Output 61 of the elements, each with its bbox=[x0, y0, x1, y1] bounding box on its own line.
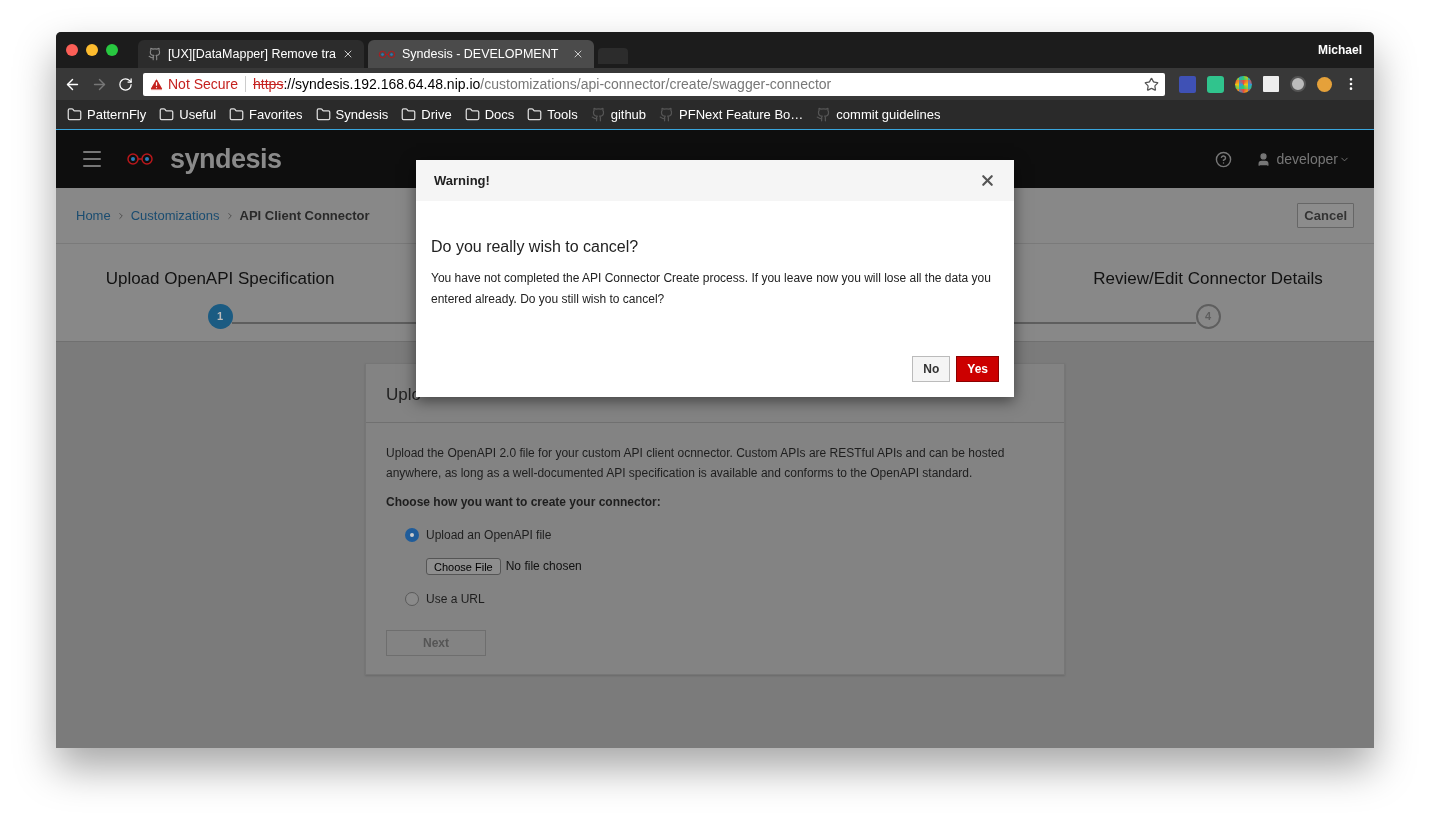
file-status: No file chosen bbox=[505, 558, 582, 575]
security-label: Not Secure bbox=[168, 74, 239, 94]
step-label: Upload OpenAPI Specification bbox=[105, 268, 335, 290]
dialog-message: You have not completed the API Connector Create process. If you leave now you will lose all the data you entered already. Do you still wish to cancel? bbox=[431, 270, 992, 308]
tab-title: [UX][DataMapper] Remove tra bbox=[167, 45, 336, 63]
address-bar[interactable]: Not Secure https://syndesis.192.168.64.48.nip.io/customizations/api-connector/create/swagger-connector bbox=[143, 72, 1165, 96]
github-icon bbox=[590, 107, 606, 122]
radio-button[interactable] bbox=[405, 592, 419, 606]
choose-file-button[interactable]: Choose File bbox=[426, 557, 501, 575]
folder-icon bbox=[315, 107, 331, 122]
folder-icon bbox=[159, 107, 175, 122]
bookmark[interactable]: Tools bbox=[527, 104, 578, 125]
radio-button[interactable] bbox=[405, 528, 419, 542]
folder-icon bbox=[527, 107, 543, 122]
close-icon[interactable] bbox=[979, 172, 996, 189]
logo-icon bbox=[126, 153, 154, 165]
folder-icon bbox=[401, 107, 417, 122]
cancel-button[interactable]: Cancel bbox=[1297, 203, 1354, 228]
user-menu[interactable]: developer bbox=[1255, 148, 1350, 170]
close-icon[interactable] bbox=[342, 48, 354, 60]
tab-title: Syndesis - DEVELOPMENT bbox=[402, 45, 560, 63]
bookmark[interactable]: github bbox=[590, 104, 647, 125]
help-icon[interactable] bbox=[1214, 150, 1232, 168]
dialog-title: Warning! bbox=[434, 171, 490, 190]
github-icon bbox=[816, 107, 832, 122]
bookmark[interactable]: PatternFly bbox=[67, 104, 147, 125]
bookmark[interactable]: PFNext Feature Bo… bbox=[659, 104, 804, 125]
close-icon[interactable] bbox=[572, 48, 584, 60]
url-text: https://syndesis.192.168.64.48.nip.io/customizations/api-connector/create/swagger-connector bbox=[253, 74, 832, 94]
reload-icon[interactable] bbox=[118, 76, 133, 92]
step-label: Review/Edit Connector Details bbox=[1093, 268, 1323, 290]
brand-name[interactable]: syndesis bbox=[170, 138, 282, 180]
extension-icon[interactable] bbox=[1290, 76, 1306, 92]
user-icon bbox=[1255, 151, 1271, 167]
extension-icon[interactable] bbox=[1235, 75, 1252, 93]
bookmark[interactable]: commit guidelines bbox=[816, 104, 941, 125]
bookmark[interactable]: Drive bbox=[401, 104, 452, 125]
warning-icon bbox=[149, 76, 164, 92]
dialog-heading: Do you really wish to cancel? bbox=[431, 237, 640, 257]
panel-description: Upload the OpenAPI 2.0 file for your custom API client ocnnector. Custom APIs are RESTful APIs and can be hosted anywhere, as long as a well-documented API specification is available and conforms to the OpenAPI standard. bbox=[386, 445, 1006, 482]
breadcrumb-current: API Client Connector bbox=[239, 206, 370, 225]
folder-icon bbox=[229, 107, 245, 122]
extension-icon[interactable] bbox=[1207, 75, 1224, 93]
profile-name[interactable]: Michael bbox=[1318, 41, 1362, 59]
dialog-button[interactable]: Yes bbox=[956, 356, 999, 382]
browser-tab[interactable]: [UX][DataMapper] Remove tra bbox=[138, 40, 364, 68]
bookmark[interactable]: Useful bbox=[159, 104, 217, 125]
github-icon bbox=[659, 107, 675, 122]
bookmark[interactable]: Syndesis bbox=[315, 104, 389, 125]
github-icon bbox=[148, 47, 162, 61]
dialog-button[interactable]: No bbox=[912, 356, 951, 382]
browser-tab[interactable]: Syndesis - DEVELOPMENT bbox=[368, 40, 594, 68]
radio-option[interactable]: Upload an OpenAPI file bbox=[405, 526, 1044, 544]
bookmark[interactable]: Favorites bbox=[229, 104, 303, 125]
bookmark-star-icon[interactable] bbox=[1144, 76, 1159, 92]
radio-option[interactable]: Use a URL bbox=[405, 590, 1044, 608]
goggles-icon bbox=[378, 49, 396, 59]
folder-icon bbox=[464, 107, 480, 122]
prompt-label: Choose how you want to create your connector: bbox=[386, 494, 662, 511]
folder-icon bbox=[67, 107, 82, 122]
bookmark[interactable]: Docs bbox=[464, 104, 515, 125]
